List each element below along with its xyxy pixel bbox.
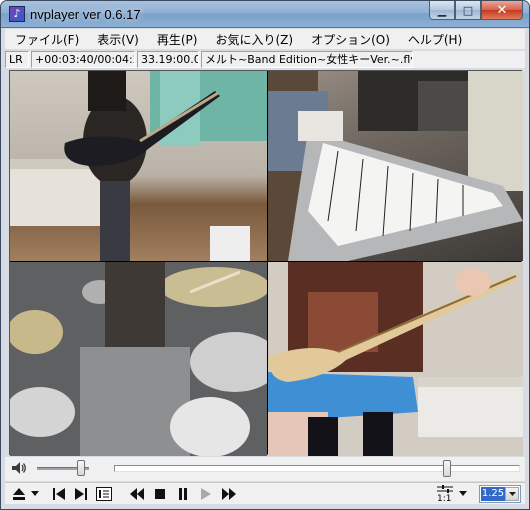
info-bar: LR +00:03:40/00:04:27 33.19:00.00 メルト~Ba… [5, 51, 525, 68]
video-area[interactable] [9, 70, 523, 456]
window-title: nvplayer ver 0.6.17 [30, 7, 141, 22]
minimize-button[interactable]: ▁ [429, 1, 455, 20]
timecode-field: 33.19:00.00 [137, 51, 199, 68]
chevron-down-icon[interactable] [505, 487, 519, 501]
eject-icon[interactable] [9, 485, 29, 503]
time-field: +00:03:40/00:04:27 [31, 51, 135, 68]
previous-track-icon[interactable] [49, 485, 69, 503]
fast-forward-icon[interactable] [219, 485, 239, 503]
aspect-ratio-label: 1:1 [437, 494, 452, 504]
pause-icon[interactable] [173, 485, 193, 503]
seek-bar-track[interactable] [114, 465, 520, 472]
volume-slider-thumb[interactable] [77, 460, 86, 476]
menu-bar: ファイル(F) 表示(V) 再生(P) お気に入り(Z) オプション(O) ヘル… [5, 29, 525, 49]
video-panel-drummer [10, 262, 267, 456]
aspect-ratio-chevron-icon[interactable] [457, 485, 469, 503]
transport-bar: 1:1 1.25 [5, 482, 525, 504]
speaker-icon[interactable] [11, 460, 27, 476]
eject-menu-chevron-icon[interactable] [29, 485, 41, 503]
menu-favorites[interactable]: お気に入り(Z) [205, 31, 301, 48]
app-icon: ♪ [9, 6, 25, 22]
aspect-ratio-icon[interactable] [435, 484, 455, 494]
slider-bar [5, 457, 525, 481]
video-panel-bassist [268, 262, 523, 456]
player-window: ♪ nvplayer ver 0.6.17 ▁ □ ✕ ファイル(F) 表示(V… [0, 0, 530, 510]
menu-playback[interactable]: 再生(P) [147, 31, 206, 48]
next-track-icon[interactable] [71, 485, 91, 503]
maximize-button[interactable]: □ [455, 1, 481, 20]
channel-field: LR [5, 51, 29, 68]
play-icon[interactable] [196, 485, 216, 503]
zoom-select[interactable]: 1.25 [479, 485, 521, 503]
seek-bar-thumb[interactable] [442, 460, 451, 477]
title-bar[interactable]: ♪ nvplayer ver 0.6.17 ▁ □ ✕ [1, 1, 529, 28]
video-panel-keyboard [268, 71, 523, 261]
rewind-icon[interactable] [127, 485, 147, 503]
menu-options[interactable]: オプション(O) [301, 31, 398, 48]
filename-field: メルト~Band Edition~女性キーVer.~.flv [201, 51, 413, 68]
playlist-icon[interactable] [94, 485, 114, 503]
menu-view[interactable]: 表示(V) [87, 31, 147, 48]
caption-buttons: ▁ □ ✕ [429, 1, 523, 21]
zoom-value: 1.25 [481, 487, 505, 501]
stop-icon[interactable] [150, 485, 170, 503]
menu-file[interactable]: ファイル(F) [5, 31, 87, 48]
menu-help[interactable]: ヘルプ(H) [398, 31, 470, 48]
close-button[interactable]: ✕ [481, 1, 523, 20]
video-panel-guitarist [10, 71, 267, 261]
